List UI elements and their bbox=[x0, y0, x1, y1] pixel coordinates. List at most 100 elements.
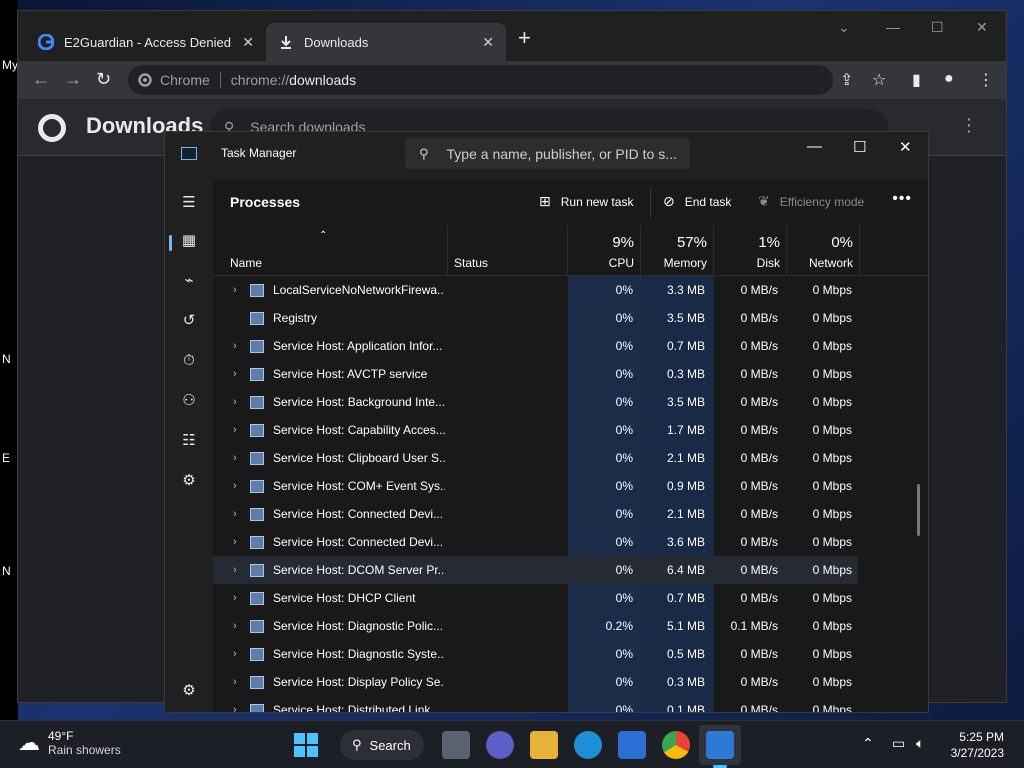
table-row[interactable]: › Service Host: Connected Devi... 0% 2.1 MB… bbox=[213, 500, 858, 528]
table-row[interactable]: › Service Host: Background Inte... 0% 3.5 M… bbox=[213, 388, 858, 416]
details-icon[interactable]: ☷ bbox=[179, 430, 199, 450]
microsoft-store-icon[interactable] bbox=[618, 731, 646, 759]
column-disk[interactable]: 1% Disk bbox=[714, 226, 787, 276]
performance-icon[interactable]: ⌁ bbox=[179, 270, 199, 290]
file-explorer-icon[interactable] bbox=[530, 731, 558, 759]
expand-chevron-icon[interactable]: › bbox=[233, 368, 237, 380]
run-new-task-button[interactable]: ⊞ Run new task bbox=[539, 193, 633, 210]
table-row[interactable]: › LocalServiceNoNetworkFirewa... 0% 3.3 MB 0… bbox=[213, 276, 858, 304]
startup-apps-icon[interactable]: ⏱ bbox=[179, 350, 199, 370]
process-name: Service Host: Connected Devi... bbox=[273, 507, 444, 521]
expand-chevron-icon[interactable]: › bbox=[233, 396, 237, 408]
network-icon[interactable]: ▭ bbox=[892, 735, 905, 752]
table-row[interactable]: › Service Host: Distributed Link ... 0% 0.1… bbox=[213, 696, 858, 712]
process-search-input[interactable]: ⚲ Type a name, publisher, or PID to s... bbox=[405, 138, 690, 169]
process-icon bbox=[250, 507, 264, 521]
new-tab-button[interactable]: + bbox=[518, 25, 531, 51]
processes-icon[interactable]: ▦ bbox=[179, 230, 199, 250]
expand-chevron-icon[interactable]: › bbox=[233, 620, 237, 632]
more-menu-icon[interactable]: ⋮ bbox=[960, 115, 978, 136]
column-memory[interactable]: 57% Memory bbox=[641, 226, 714, 276]
table-row[interactable]: › Service Host: Diagnostic Polic... 0.2% 5.… bbox=[213, 612, 858, 640]
desktop-icon-label[interactable]: My bbox=[2, 58, 18, 72]
share-icon[interactable]: ⇪ bbox=[840, 70, 853, 90]
close-tab-icon[interactable]: ✕ bbox=[242, 34, 254, 51]
close-window-button[interactable]: ✕ bbox=[899, 138, 912, 156]
chevron-up-icon[interactable]: ⌃ bbox=[862, 735, 874, 752]
start-button[interactable] bbox=[294, 733, 318, 757]
expand-chevron-icon[interactable]: › bbox=[233, 424, 237, 436]
cpu-value: 0% bbox=[615, 451, 633, 465]
expand-chevron-icon[interactable]: › bbox=[233, 564, 237, 576]
address-bar[interactable]: Chrome chrome://downloads bbox=[128, 65, 833, 95]
teams-chat-icon[interactable] bbox=[486, 731, 514, 759]
edge-icon[interactable] bbox=[574, 731, 602, 759]
table-row[interactable]: › Service Host: AVCTP service 0% 0.3 MB 0 MB… bbox=[213, 360, 858, 388]
expand-chevron-icon[interactable]: › bbox=[233, 508, 237, 520]
expand-chevron-icon[interactable]: › bbox=[233, 592, 237, 604]
desktop-icon-label[interactable]: N bbox=[2, 352, 11, 366]
expand-chevron-icon[interactable]: › bbox=[233, 452, 237, 464]
users-icon[interactable]: ⚇ bbox=[179, 390, 199, 410]
settings-gear-icon[interactable]: ⚙ bbox=[179, 680, 199, 700]
expand-chevron-icon[interactable]: › bbox=[233, 676, 237, 688]
close-window-button[interactable]: ✕ bbox=[976, 19, 988, 36]
table-row[interactable]: › Service Host: Application Infor... 0% 0.7… bbox=[213, 332, 858, 360]
volume-icon[interactable]: 🔈︎ bbox=[916, 735, 924, 752]
expand-chevron-icon[interactable]: › bbox=[233, 340, 237, 352]
expand-chevron-icon[interactable]: › bbox=[233, 284, 237, 296]
column-cpu[interactable]: 9% CPU bbox=[568, 226, 641, 276]
expand-chevron-icon[interactable]: › bbox=[233, 536, 237, 548]
table-row[interactable]: › Service Host: DCOM Server Pr... 0% 6.4 MB… bbox=[213, 556, 858, 584]
side-panel-icon[interactable]: ▮ bbox=[912, 70, 921, 90]
table-row[interactable]: › Service Host: Connected Devi... 0% 3.6 MB… bbox=[213, 528, 858, 556]
tab-search-chevron-icon[interactable]: ⌄ bbox=[838, 19, 850, 36]
chrome-menu-icon[interactable]: ⋮ bbox=[978, 70, 994, 90]
maximize-button[interactable]: ☐ bbox=[853, 138, 866, 156]
expand-chevron-icon[interactable]: › bbox=[233, 704, 237, 712]
expand-chevron-icon[interactable]: › bbox=[233, 648, 237, 660]
column-network[interactable]: 0% Network bbox=[787, 226, 860, 276]
scrollbar-thumb[interactable] bbox=[917, 484, 920, 536]
tab-e2guardian[interactable]: E2Guardian - Access Denied ✕ bbox=[26, 23, 266, 61]
table-row[interactable]: › Service Host: Capability Acces... 0% 1.7 … bbox=[213, 416, 858, 444]
forward-arrow-icon[interactable]: → bbox=[64, 69, 82, 90]
network-value: 0 Mbps bbox=[812, 703, 852, 712]
task-manager-icon[interactable] bbox=[706, 731, 734, 759]
app-history-icon[interactable]: ↺ bbox=[179, 310, 199, 330]
download-icon bbox=[278, 34, 294, 50]
more-options-icon[interactable]: ••• bbox=[892, 190, 912, 208]
chrome-icon[interactable] bbox=[662, 731, 690, 759]
table-row[interactable]: › Service Host: Display Policy Se... 0% 0.3… bbox=[213, 668, 858, 696]
minimize-button[interactable]: — bbox=[886, 19, 900, 35]
table-row[interactable]: › Service Host: DHCP Client 0% 0.7 MB 0 MB/s… bbox=[213, 584, 858, 612]
profile-icon[interactable]: ● bbox=[944, 70, 954, 88]
desktop-icon-label[interactable]: E bbox=[2, 451, 10, 465]
table-row[interactable]: › Service Host: Diagnostic Syste... 0% 0.5 … bbox=[213, 640, 858, 668]
end-task-button[interactable]: ⊘ End task bbox=[663, 193, 731, 210]
system-clock[interactable]: 5:25 PM 3/27/2023 bbox=[951, 729, 1004, 761]
bookmark-star-icon[interactable]: ☆ bbox=[872, 70, 886, 90]
tab-downloads[interactable]: Downloads ✕ bbox=[266, 23, 506, 61]
close-tab-icon[interactable]: ✕ bbox=[482, 34, 494, 51]
task-view-icon[interactable] bbox=[442, 731, 470, 759]
minimize-button[interactable]: — bbox=[807, 138, 822, 155]
table-row[interactable]: › Service Host: Clipboard User S... 0% 2.1 … bbox=[213, 444, 858, 472]
process-icon bbox=[250, 423, 264, 437]
hamburger-menu-icon[interactable]: ☰ bbox=[179, 192, 199, 212]
column-name[interactable]: ⌃ Name bbox=[213, 226, 448, 276]
weather-widget[interactable]: ☁ 49°F Rain showers bbox=[18, 729, 121, 757]
desktop-icon-label[interactable]: N bbox=[2, 564, 11, 578]
network-value: 0 Mbps bbox=[812, 339, 852, 353]
reload-icon[interactable]: ↻ bbox=[96, 69, 111, 90]
expand-chevron-icon[interactable]: › bbox=[233, 480, 237, 492]
maximize-button[interactable]: ☐ bbox=[931, 19, 944, 36]
taskbar-search-button[interactable]: ⚲ Search bbox=[340, 730, 424, 760]
services-icon[interactable]: ⚙ bbox=[179, 470, 199, 490]
process-name: Service Host: Capability Acces... bbox=[273, 423, 445, 437]
table-row[interactable]: Registry 0% 3.5 MB 0 MB/s 0 Mbps bbox=[213, 304, 858, 332]
table-row[interactable]: › Service Host: COM+ Event Sys... 0% 0.9 MB… bbox=[213, 472, 858, 500]
efficiency-mode-button[interactable]: ❦ Efficiency mode bbox=[758, 193, 864, 210]
column-status[interactable]: Status bbox=[448, 226, 568, 276]
back-arrow-icon[interactable]: ← bbox=[32, 69, 50, 90]
